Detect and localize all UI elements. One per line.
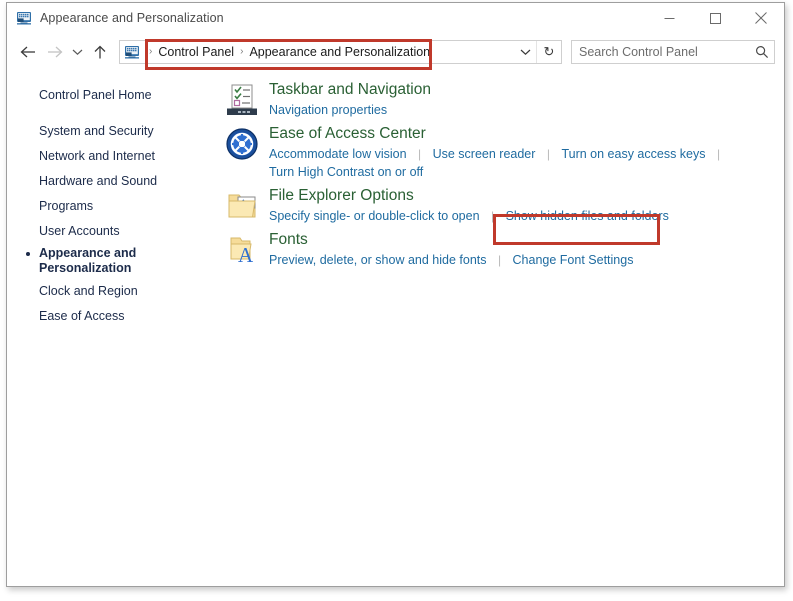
ease-of-access-icon [225,127,259,161]
category-title-file-explorer-options[interactable]: File Explorer Options [269,186,669,206]
category-body: Taskbar and Navigation Navigation proper… [269,79,431,119]
category-fonts: A Fonts Preview, delete, or show and hid… [212,229,784,269]
breadcrumb-separator: › [240,46,244,57]
link-separator: | [418,147,422,161]
category-title-taskbar-and-navigation[interactable]: Taskbar and Navigation [269,80,431,100]
address-bar[interactable]: › Control Panel › Appearance and Persona… [119,40,562,64]
file-explorer-options-icon [225,189,259,223]
sidebar-item-label: Control Panel Home [39,88,152,102]
category-links: Accommodate low vision | Use screen read… [269,145,727,181]
category-links: Preview, delete, or show and hide fonts … [269,251,633,269]
category-taskbar-and-navigation: Taskbar and Navigation Navigation proper… [212,79,784,119]
sidebar-item-clock-and-region[interactable]: Clock and Region [7,279,212,304]
control-panel-window: Appearance and Personalization › Control… [6,2,785,587]
control-panel-icon [124,44,140,60]
title-bar: Appearance and Personalization [7,3,784,33]
category-ease-of-access-center: Ease of Access Center Accommodate low vi… [212,123,784,181]
forward-arrow-icon [41,39,67,65]
breadcrumb-separator: › [149,46,153,57]
sidebar-item-label: Hardware and Sound [39,174,158,188]
sidebar-item-label: User Accounts [39,224,120,238]
sidebar-item-label: Network and Internet [39,149,156,163]
link-change-font-settings[interactable]: Change Font Settings [513,253,634,267]
category-body: Ease of Access Center Accommodate low vi… [269,123,727,181]
link-separator: | [497,253,502,267]
sidebar-item-programs[interactable]: Programs [7,194,212,219]
svg-text:A: A [238,243,254,267]
link-navigation-properties[interactable]: Navigation properties [269,103,387,117]
breadcrumb-item-appearance-and-personalization[interactable]: Appearance and Personalization [249,45,430,59]
link-turn-high-contrast-on-or-off[interactable]: Turn High Contrast on or off [269,165,423,179]
recent-locations-chevron-icon[interactable] [67,39,87,65]
taskbar-navigation-icon [225,83,259,117]
sidebar-item-system-and-security[interactable]: System and Security [7,119,212,144]
link-use-screen-reader[interactable]: Use screen reader [433,147,536,161]
sidebar-item-control-panel-home[interactable]: Control Panel Home [7,83,212,108]
category-links: Specify single- or double-click to open … [269,207,669,225]
link-separator: | [716,147,721,161]
fonts-icon: A [225,233,259,267]
category-list: Taskbar and Navigation Navigation proper… [212,71,784,586]
category-body: File Explorer Options Specify single- or… [269,185,669,225]
category-body: Fonts Preview, delete, or show and hide … [269,229,633,269]
window-title: Appearance and Personalization [40,11,224,25]
search-input[interactable]: Search Control Panel [571,40,775,64]
magnifier-icon[interactable] [750,41,774,63]
sidebar-item-label: Clock and Region [39,284,138,298]
link-show-hidden-files-and-folders[interactable]: Show hidden files and folders [506,209,669,223]
sidebar-item-user-accounts[interactable]: User Accounts [7,219,212,244]
sidebar-item-label: System and Security [39,124,154,138]
sidebar-item-appearance-and-personalization[interactable]: Appearance and Personalization [7,244,159,279]
current-item-bullet-icon [26,252,30,256]
category-file-explorer-options: File Explorer Options Specify single- or… [212,185,784,225]
close-icon[interactable] [738,3,784,33]
minimize-icon[interactable] [646,3,692,33]
back-arrow-icon[interactable] [15,39,41,65]
up-arrow-icon[interactable] [87,39,113,65]
category-title-ease-of-access-center[interactable]: Ease of Access Center [269,124,727,144]
link-turn-on-easy-access-keys[interactable]: Turn on easy access keys [561,147,705,161]
sidebar-item-label: Appearance and Personalization [39,246,137,275]
refresh-icon[interactable]: ↻ [536,41,561,63]
sidebar-nav: Control Panel Home System and Security N… [7,71,212,586]
sidebar-item-label: Ease of Access [39,309,125,323]
sidebar-item-hardware-and-sound[interactable]: Hardware and Sound [7,169,212,194]
sidebar-item-ease-of-access[interactable]: Ease of Access [7,304,212,329]
window-content: Control Panel Home System and Security N… [7,71,784,586]
category-links: Navigation properties [269,101,431,119]
breadcrumb-item-control-panel[interactable]: Control Panel [158,45,234,59]
link-specify-single-or-double-click-to-open[interactable]: Specify single- or double-click to open [269,209,480,223]
link-separator: | [546,147,550,161]
navigation-toolbar: › Control Panel › Appearance and Persona… [7,33,784,71]
search-placeholder: Search Control Panel [579,45,698,59]
sidebar-item-network-and-internet[interactable]: Network and Internet [7,144,212,169]
link-separator: | [490,209,495,223]
control-panel-icon [16,10,32,26]
link-accommodate-low-vision[interactable]: Accommodate low vision [269,147,407,161]
chevron-down-icon[interactable] [514,41,536,63]
caption-button-group [646,3,784,33]
sidebar-item-label: Programs [39,199,94,213]
maximize-icon[interactable] [692,3,738,33]
link-preview-delete-or-show-and-hide-fonts[interactable]: Preview, delete, or show and hide fonts [269,253,487,267]
category-title-fonts[interactable]: Fonts [269,230,633,250]
